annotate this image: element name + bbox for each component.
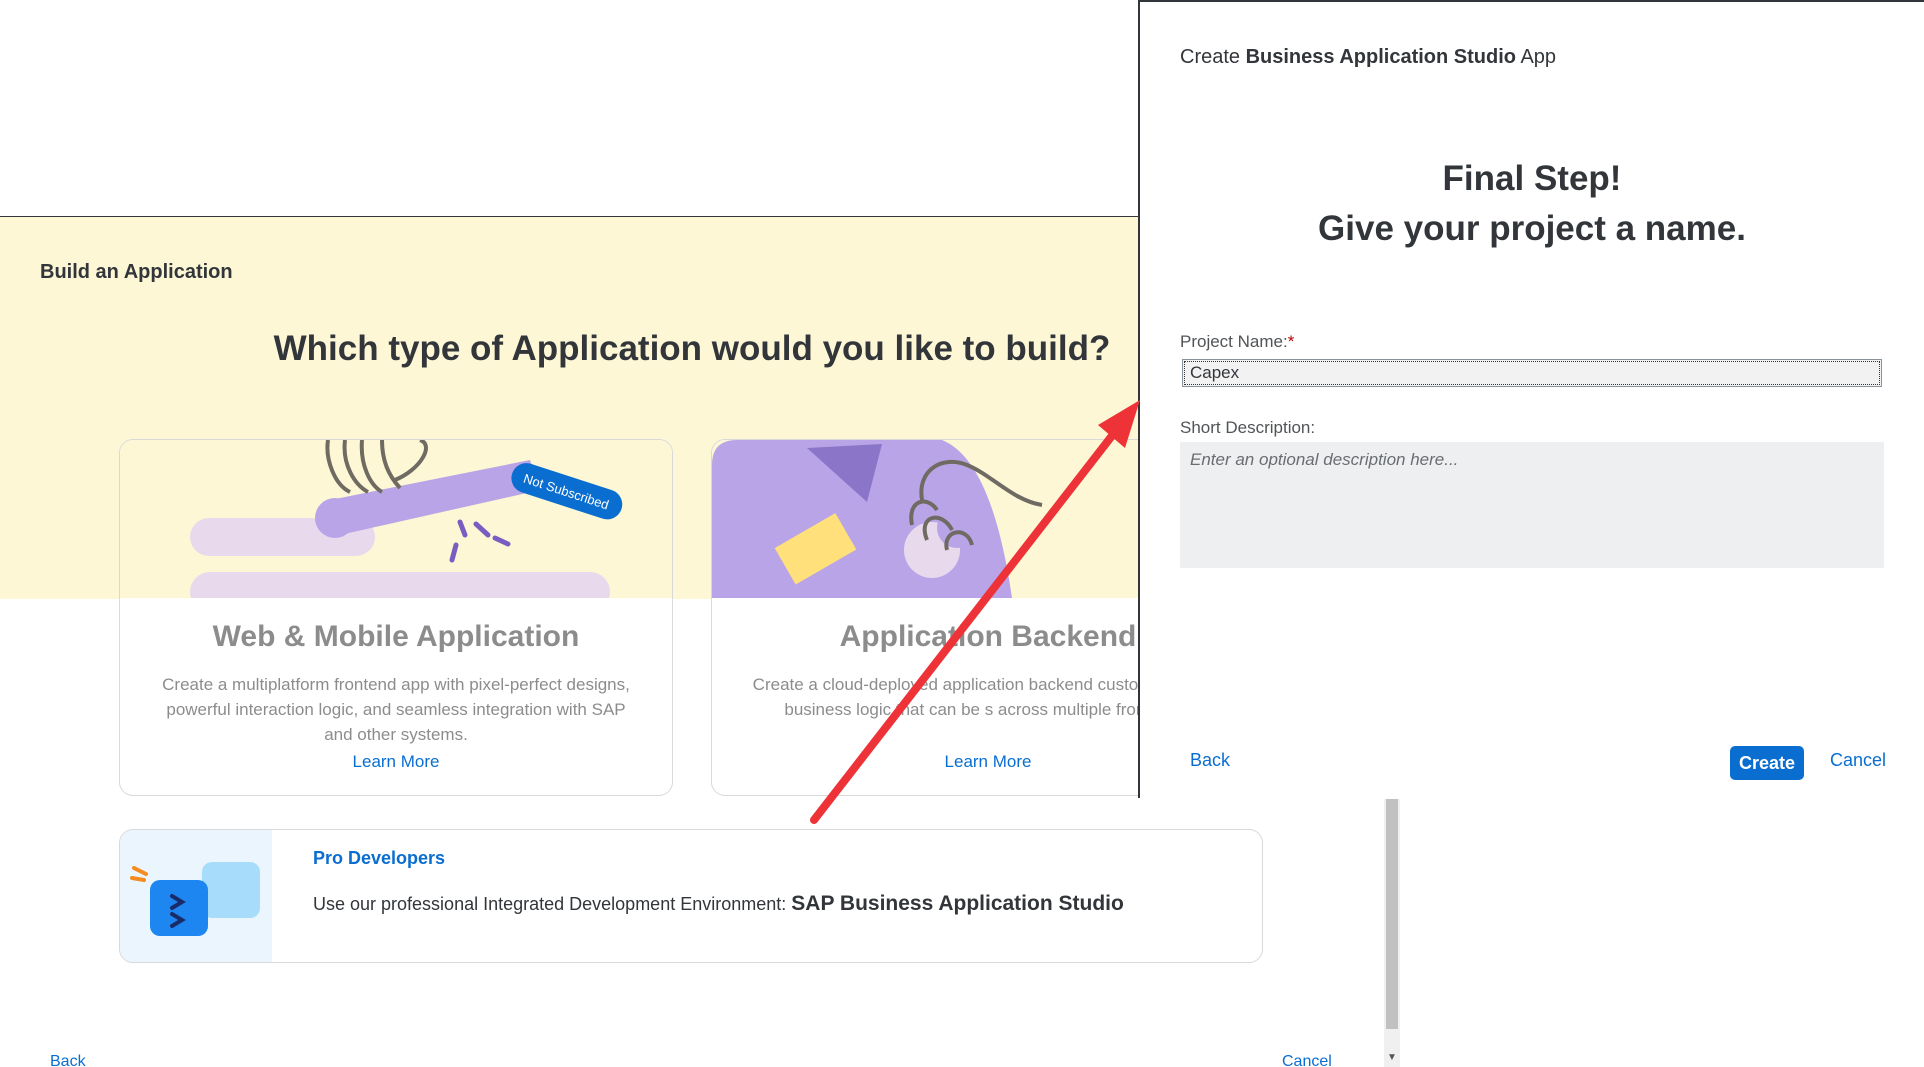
dialog-header-strong: Business Application Studio [1245, 46, 1516, 68]
final-step-heading: Final Step! Give your project a name. [1140, 154, 1924, 254]
short-description-label: Short Description: [1180, 418, 1316, 437]
final-step-line2: Give your project a name. [1318, 209, 1746, 248]
dialog-back-button[interactable]: Back [1190, 750, 1230, 771]
web-mobile-illustration: Not Subscribed [120, 440, 672, 598]
dialog-header: Create Business Application Studio App [1180, 46, 1556, 69]
required-marker: * [1287, 332, 1295, 351]
ide-icon [130, 862, 260, 936]
bas-name: SAP Business Application Studio [791, 892, 1124, 915]
project-name-input[interactable] [1182, 359, 1882, 387]
create-button[interactable]: Create [1730, 746, 1804, 780]
scroll-down-arrow-icon[interactable]: ▼ [1386, 1051, 1398, 1065]
pro-developers-title: Pro Developers [313, 848, 446, 868]
pro-developers-text: Use our professional Integrated Developm… [313, 892, 1124, 916]
scrollbar-thumb[interactable] [1386, 799, 1398, 1029]
pro-icon-area [120, 830, 272, 962]
project-name-label: Project Name:* [1180, 332, 1294, 352]
panel-title: Build an Application [40, 261, 233, 283]
pro-text-body: Use our professional Integrated Developm… [313, 894, 792, 914]
panel-cancel-button[interactable]: Cancel [1282, 1053, 1332, 1067]
project-name-label-text: Project Name: [1180, 332, 1288, 351]
card-description: Create a multiplatform frontend app with… [162, 675, 630, 744]
card-title: Web & Mobile Application [212, 620, 580, 653]
final-step-line1: Final Step! [1442, 159, 1622, 198]
pro-developers-card[interactable]: Pro Developers Use our professional Inte… [119, 829, 1263, 963]
dialog-cancel-button[interactable]: Cancel [1830, 750, 1886, 771]
learn-more-link[interactable]: Learn More [120, 752, 672, 772]
short-description-textarea[interactable] [1180, 442, 1884, 568]
card-web-mobile[interactable]: Not Subscribed Web & Mobile Application … [119, 439, 673, 796]
dialog-header-suffix: App [1515, 46, 1557, 68]
dialog-header-prefix: Create [1180, 46, 1246, 68]
create-app-dialog: Create Business Application Studio App F… [1138, 0, 1924, 798]
vertical-scrollbar[interactable]: ▼ [1384, 799, 1400, 1067]
panel-back-button[interactable]: Back [50, 1053, 86, 1067]
